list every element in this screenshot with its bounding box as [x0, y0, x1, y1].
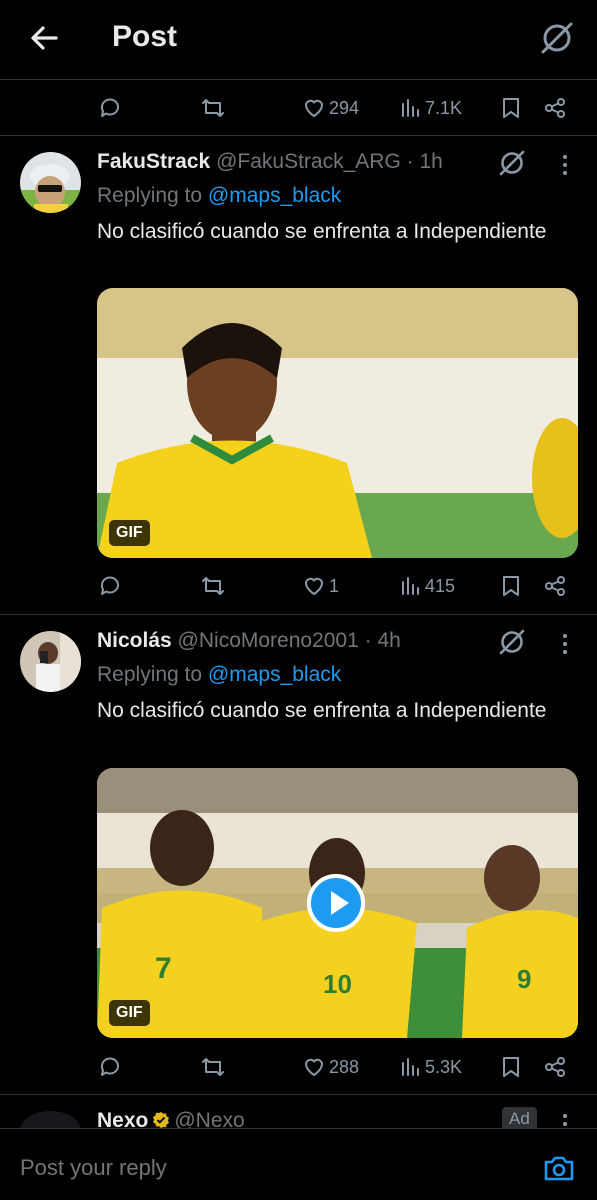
- repost-icon: [202, 99, 224, 117]
- gif-media[interactable]: GIF: [97, 288, 578, 558]
- grok-icon[interactable]: [497, 148, 527, 178]
- page-title: Post: [112, 20, 178, 53]
- repost-button[interactable]: [200, 1047, 226, 1087]
- replying-label: Replying to: [97, 663, 203, 686]
- views-button[interactable]: 415: [400, 566, 455, 606]
- reply-input[interactable]: [20, 1155, 500, 1181]
- reply-composer: [0, 1128, 597, 1200]
- share-button[interactable]: [543, 88, 567, 128]
- author-handle[interactable]: @NicoMoreno2001 · 4h: [178, 629, 401, 652]
- reply-tweet[interactable]: Nicolás @NicoMoreno2001 · 4h Replying to…: [0, 615, 597, 1095]
- share-icon: [545, 1057, 565, 1077]
- bookmark-icon: [503, 98, 519, 118]
- post-action-bar: 294 7.1K: [0, 88, 597, 128]
- svg-text:10: 10: [323, 969, 352, 999]
- view-count: 5.3K: [425, 1056, 463, 1077]
- bookmark-icon: [503, 576, 519, 596]
- svg-text:7: 7: [155, 952, 172, 985]
- reply-icon: [100, 98, 119, 117]
- more-options-icon[interactable]: [553, 629, 577, 659]
- views-icon: [402, 577, 419, 595]
- heart-icon: [305, 577, 323, 595]
- tweet-author-line: FakuStrack @FakuStrack_ARG · 1h: [97, 150, 443, 174]
- promoted-tweet[interactable]: Nexo @Nexo Ad: [0, 1095, 597, 1128]
- share-button[interactable]: [543, 1047, 567, 1087]
- reply-button[interactable]: [98, 566, 122, 606]
- like-button[interactable]: 288: [302, 1047, 359, 1087]
- more-options-icon[interactable]: [553, 150, 577, 180]
- heart-icon: [305, 99, 323, 117]
- ad-badge: Ad: [502, 1107, 537, 1128]
- view-count: 7.1K: [425, 97, 463, 118]
- reply-icon: [100, 576, 119, 595]
- replying-label: Replying to: [97, 184, 203, 207]
- tweet-action-bar: 1 415: [0, 566, 597, 606]
- author-name[interactable]: Nicolás: [97, 629, 172, 652]
- repost-button[interactable]: [200, 566, 226, 606]
- share-button[interactable]: [543, 566, 567, 606]
- mention-link[interactable]: @maps_black: [208, 663, 341, 686]
- views-icon: [402, 99, 419, 117]
- avatar[interactable]: [20, 631, 81, 692]
- view-count: 415: [425, 575, 456, 596]
- tweet-text: No clasificó cuando se enfrenta a Indepe…: [97, 699, 547, 722]
- author-name[interactable]: Nexo: [97, 1109, 148, 1128]
- reply-tweet[interactable]: FakuStrack @FakuStrack_ARG · 1h Replying…: [0, 136, 597, 614]
- like-button[interactable]: 294: [302, 88, 359, 128]
- repost-icon: [202, 577, 224, 595]
- bookmark-icon: [503, 1057, 519, 1077]
- tweet-author-line: Nexo @Nexo: [97, 1109, 245, 1128]
- author-handle[interactable]: @FakuStrack_ARG · 1h: [216, 150, 443, 173]
- verified-badge-icon: [153, 1112, 170, 1128]
- replying-to: Replying to @maps_black: [97, 184, 341, 208]
- repost-button[interactable]: [200, 88, 226, 128]
- like-count: 288: [329, 1056, 360, 1077]
- avatar[interactable]: [20, 1111, 81, 1128]
- gif-badge: GIF: [109, 520, 150, 546]
- share-icon: [545, 98, 565, 118]
- more-options-icon[interactable]: [553, 1109, 577, 1128]
- like-count: 1: [329, 575, 340, 596]
- views-button[interactable]: 5.3K: [400, 1047, 462, 1087]
- share-icon: [545, 576, 565, 596]
- like-count: 294: [329, 97, 360, 118]
- like-button[interactable]: 1: [302, 566, 339, 606]
- reply-button[interactable]: [98, 1047, 122, 1087]
- bookmark-button[interactable]: [500, 88, 522, 128]
- grok-icon[interactable]: [497, 627, 527, 657]
- views-icon: [402, 1058, 419, 1076]
- tweet-text: No clasificó cuando se enfrenta a Indepe…: [97, 220, 547, 243]
- bookmark-button[interactable]: [500, 1047, 522, 1087]
- gif-media[interactable]: 7 10 9 GIF: [97, 768, 578, 1038]
- top-app-bar: Post: [0, 0, 597, 80]
- play-button[interactable]: [307, 874, 365, 932]
- heart-icon: [305, 1058, 323, 1076]
- bookmark-button[interactable]: [500, 566, 522, 606]
- back-arrow-icon[interactable]: [28, 22, 60, 54]
- tweet-action-bar: 288 5.3K: [0, 1047, 597, 1087]
- camera-icon[interactable]: [542, 1151, 576, 1185]
- mention-link[interactable]: @maps_black: [208, 184, 341, 207]
- grok-icon[interactable]: [539, 20, 575, 56]
- author-handle[interactable]: @Nexo: [174, 1109, 244, 1128]
- repost-icon: [202, 1058, 224, 1076]
- svg-text:9: 9: [517, 964, 531, 994]
- replying-to: Replying to @maps_black: [97, 663, 341, 687]
- views-button[interactable]: 7.1K: [400, 88, 462, 128]
- avatar[interactable]: [20, 152, 81, 213]
- reply-button[interactable]: [98, 88, 122, 128]
- reply-icon: [100, 1057, 119, 1076]
- gif-badge: GIF: [109, 1000, 150, 1026]
- tweet-author-line: Nicolás @NicoMoreno2001 · 4h: [97, 629, 401, 653]
- author-name[interactable]: FakuStrack: [97, 150, 210, 173]
